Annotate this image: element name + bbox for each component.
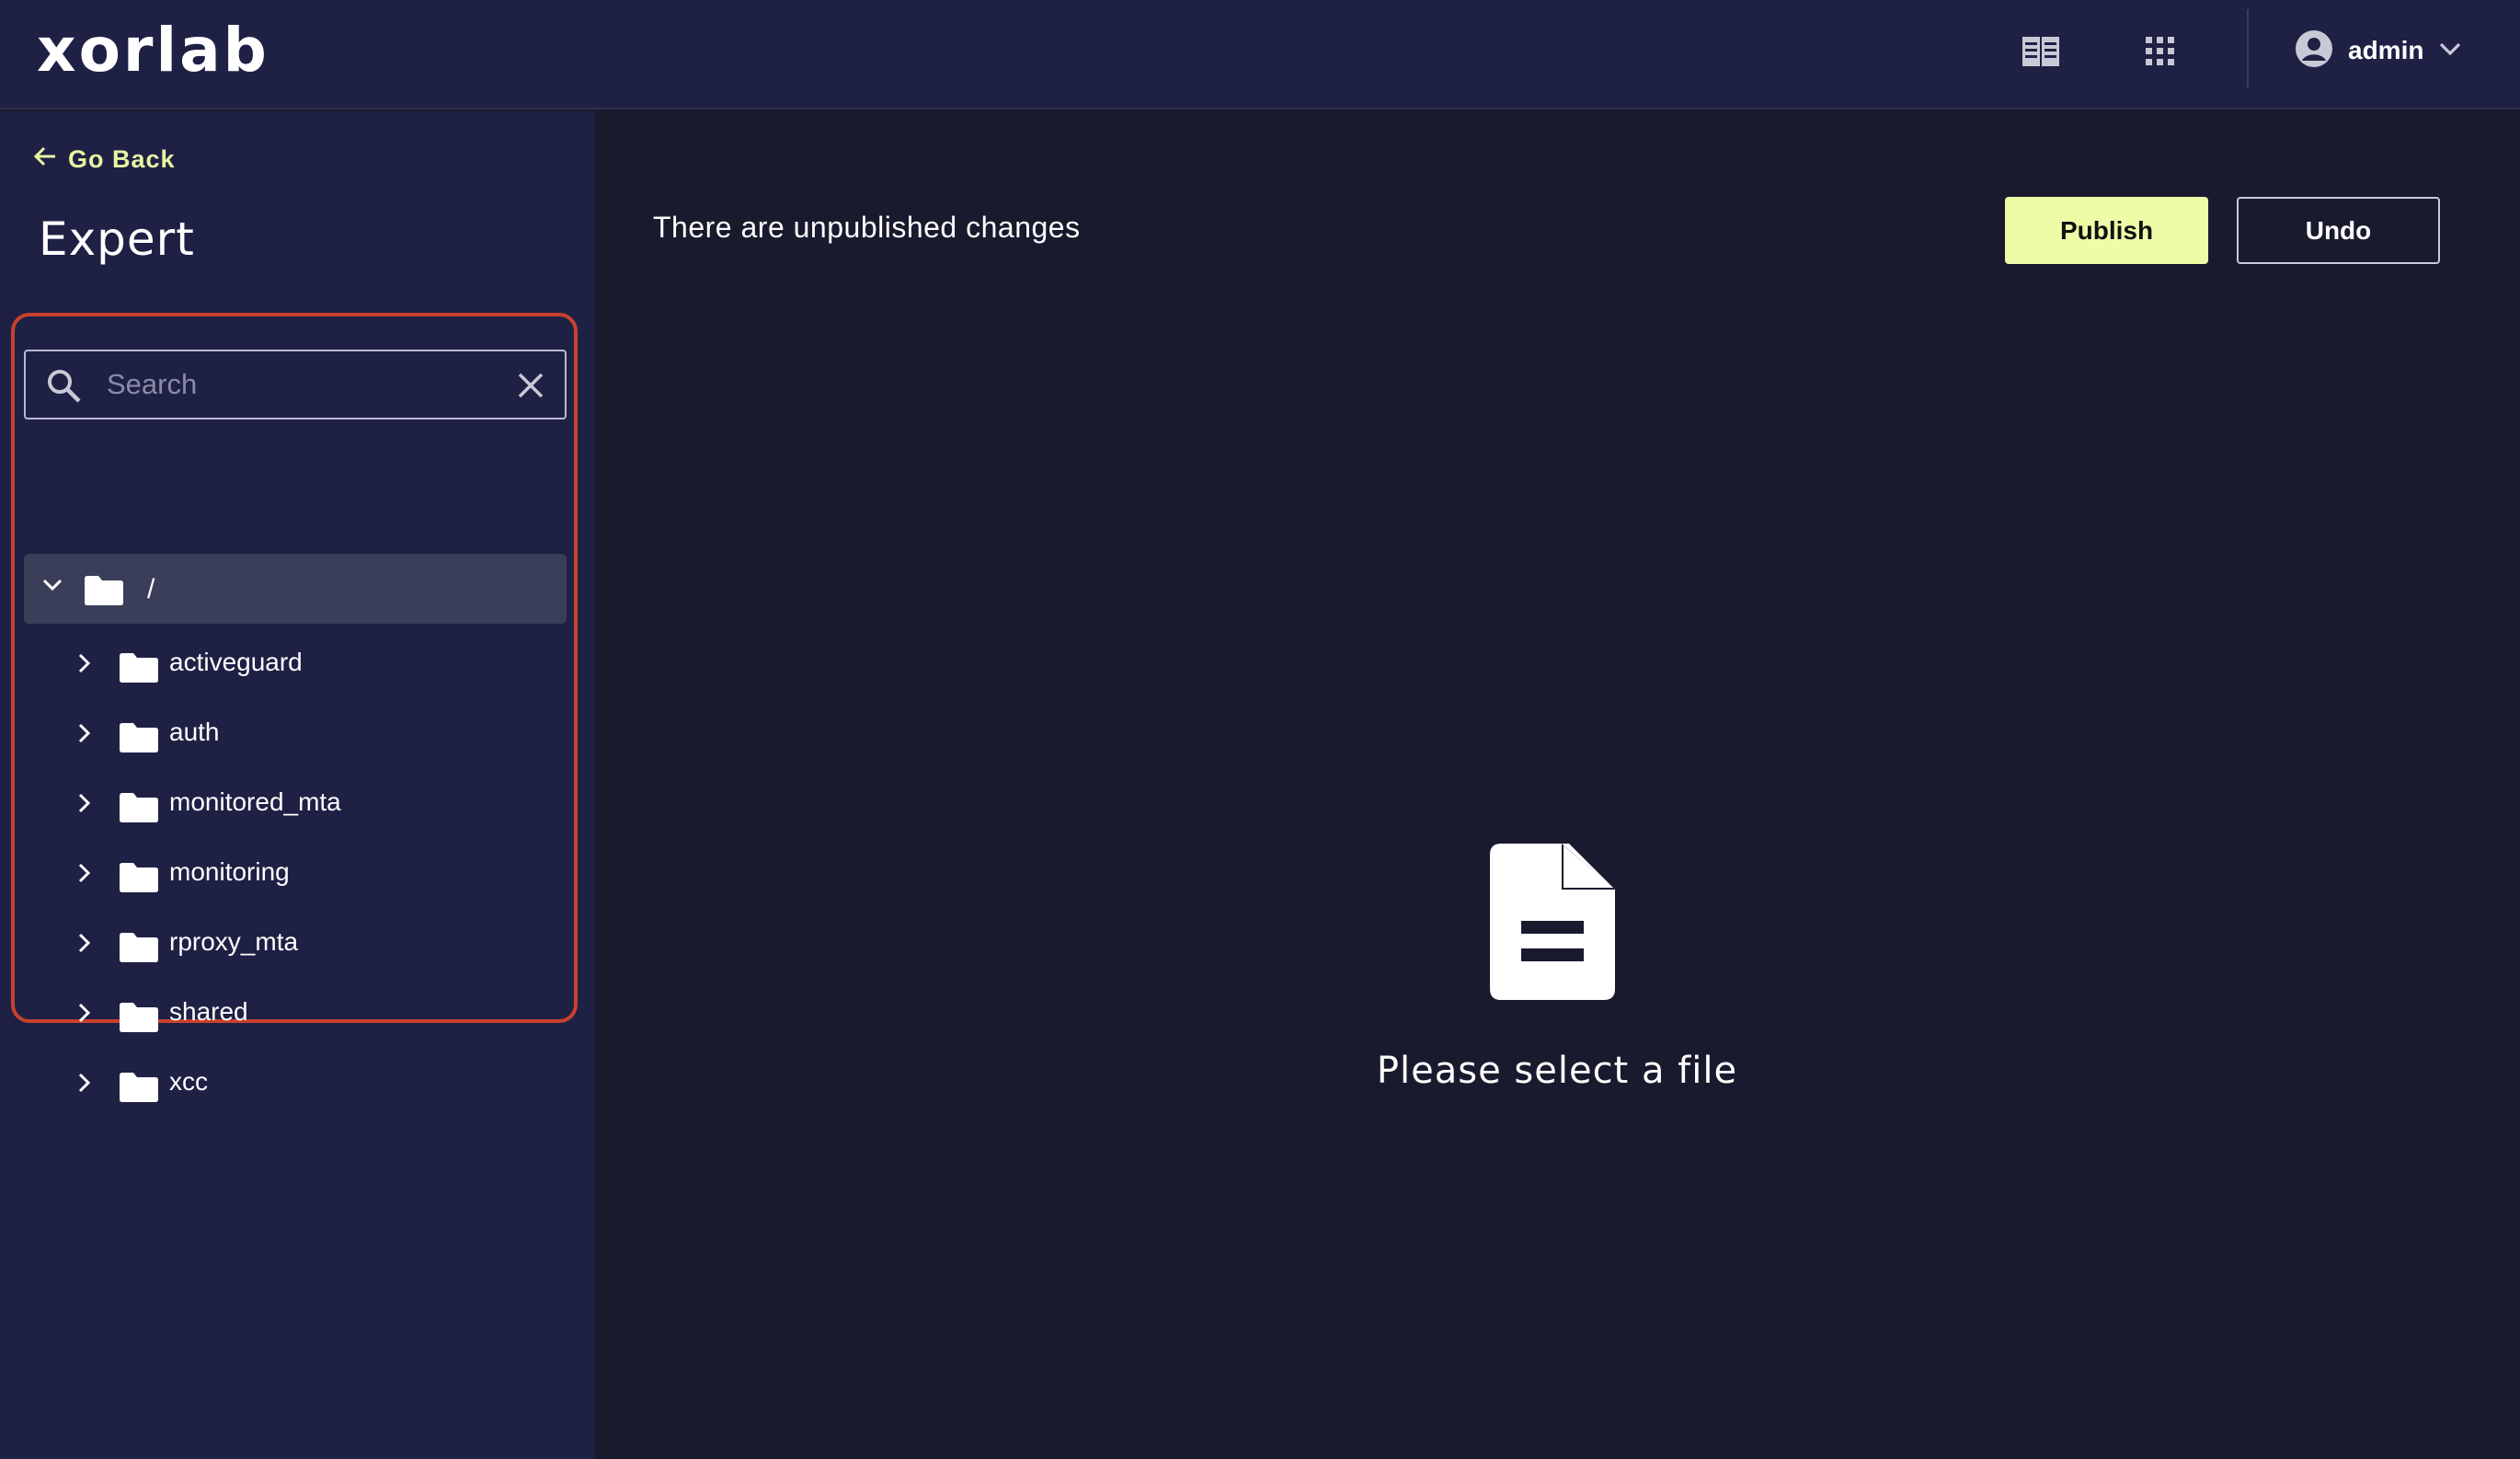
tree-folder-shared[interactable]: shared xyxy=(24,981,567,1045)
tree-root-folder[interactable]: / xyxy=(24,554,567,624)
tree-folder-label: auth xyxy=(169,718,220,746)
folder-icon xyxy=(120,933,158,967)
document-icon xyxy=(1490,844,1615,1005)
tree-folder-xcc[interactable]: xcc xyxy=(24,1051,567,1115)
search-input[interactable] xyxy=(107,364,493,405)
folder-icon xyxy=(85,576,123,610)
folder-icon xyxy=(120,793,158,827)
header-divider xyxy=(2247,9,2249,88)
user-menu[interactable]: admin xyxy=(2295,28,2462,74)
tree-folder-label: rproxy_mta xyxy=(169,927,299,956)
chevron-right-icon[interactable] xyxy=(77,793,92,818)
chevron-right-icon[interactable] xyxy=(77,1073,92,1097)
file-tree-panel: / activeguard auth xyxy=(11,313,578,1102)
chevron-right-icon[interactable] xyxy=(77,653,92,678)
tree-folder-label: shared xyxy=(169,997,248,1026)
chevron-right-icon[interactable] xyxy=(77,723,92,748)
xorlab-logo[interactable]: xorlab xyxy=(37,20,269,81)
chevron-down-icon xyxy=(2438,40,2462,62)
tree-folder-label: xcc xyxy=(169,1067,208,1096)
arrow-left-icon xyxy=(33,144,57,175)
tree-folder-monitoring[interactable]: monitoring xyxy=(24,841,567,905)
folder-icon xyxy=(120,863,158,897)
section-title: Expert xyxy=(39,213,195,266)
go-back-link[interactable]: Go Back xyxy=(33,143,176,176)
tree-folder-rproxy-mta[interactable]: rproxy_mta xyxy=(24,911,567,975)
unpublished-changes-message: There are unpublished changes xyxy=(653,211,1081,244)
chevron-right-icon[interactable] xyxy=(77,1003,92,1028)
folder-icon xyxy=(120,1003,158,1037)
sidebar: Go Back Expert / xyxy=(0,111,594,1459)
tree-folder-label: activeguard xyxy=(169,648,303,676)
undo-button[interactable]: Undo xyxy=(2237,197,2440,264)
tree-folder-activeguard[interactable]: activeguard xyxy=(24,631,567,695)
top-header: xorlab admin xyxy=(0,0,2520,109)
apps-grid-icon[interactable] xyxy=(2140,31,2181,72)
chevron-right-icon[interactable] xyxy=(77,863,92,888)
search-box xyxy=(24,350,567,419)
folder-icon xyxy=(120,653,158,687)
main-content: There are unpublished changes Publish Un… xyxy=(594,111,2520,1459)
docs-icon[interactable] xyxy=(2021,31,2061,72)
chevron-down-icon[interactable] xyxy=(42,578,63,597)
tree-folder-label: monitored_mta xyxy=(169,787,341,816)
folder-icon xyxy=(120,1073,158,1107)
chevron-right-icon[interactable] xyxy=(77,933,92,958)
search-icon xyxy=(46,368,83,409)
folder-icon xyxy=(120,723,158,757)
clear-search-icon[interactable] xyxy=(517,372,544,404)
tree-folder-label: monitoring xyxy=(169,857,290,886)
empty-state-message: Please select a file xyxy=(1376,1050,1738,1092)
publish-button[interactable]: Publish xyxy=(2005,197,2208,264)
user-name: admin xyxy=(2348,36,2424,64)
user-circle-icon xyxy=(2295,29,2333,73)
tree-root-label: / xyxy=(147,574,155,604)
tree-folder-monitored-mta[interactable]: monitored_mta xyxy=(24,771,567,835)
tree-folder-auth[interactable]: auth xyxy=(24,701,567,765)
go-back-label: Go Back xyxy=(68,144,176,173)
